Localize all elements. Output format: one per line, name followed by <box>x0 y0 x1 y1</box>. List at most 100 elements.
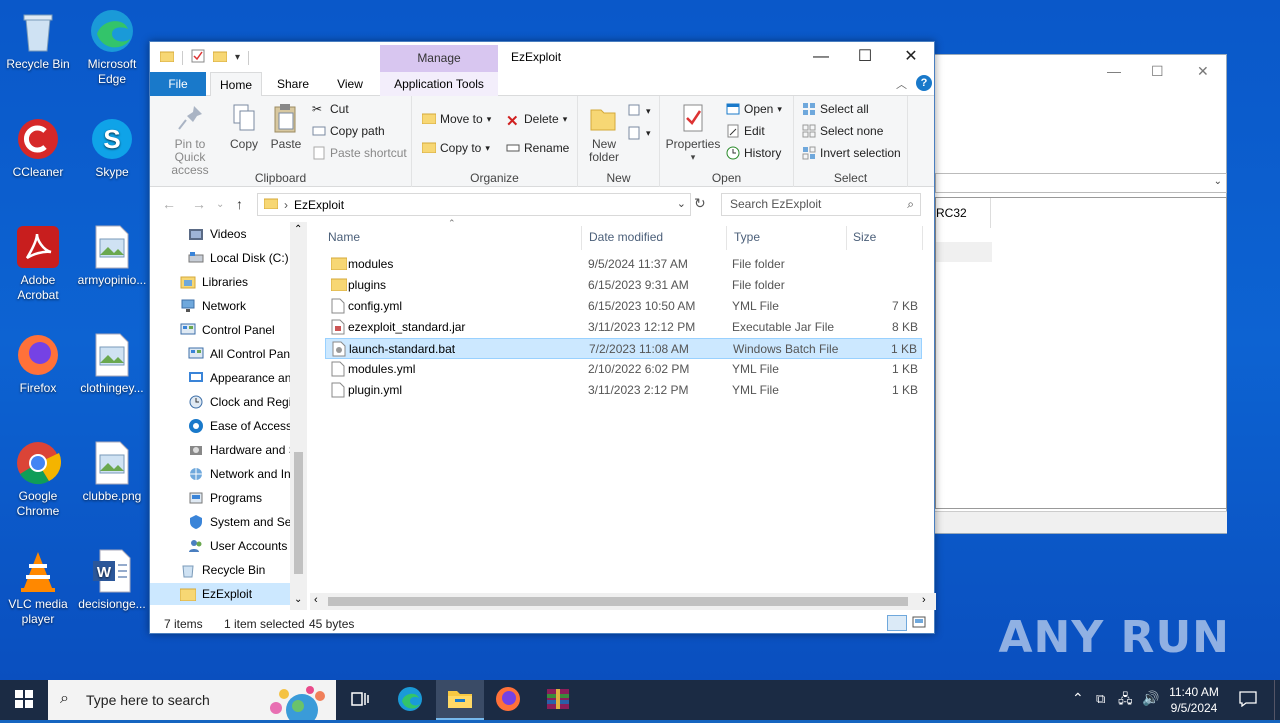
nav-item-programs[interactable]: Programs <box>150 487 290 509</box>
search-input[interactable]: Search EzExploit ⌕ <box>721 193 921 216</box>
copy-path-button[interactable]: Copy path <box>312 124 385 138</box>
collapse-ribbon-icon[interactable]: ︿ <box>896 76 907 92</box>
desktop-icon-image-file[interactable]: clubbe.png <box>74 439 150 504</box>
breadcrumb[interactable]: EzExploit <box>294 198 344 212</box>
nav-item-recycle-bin[interactable]: Recycle Bin <box>150 559 290 581</box>
select-none-button[interactable]: Select none <box>802 124 883 138</box>
scroll-up-icon[interactable]: ⌃ <box>294 224 302 235</box>
desktop-icon-image-file[interactable]: clothingey... <box>74 331 150 396</box>
background-window[interactable]: — ☐ ✕ ⌄ RC32 <box>934 54 1227 534</box>
paste-shortcut-button[interactable]: Paste shortcut <box>312 146 407 160</box>
rename-button[interactable]: Rename <box>506 141 569 155</box>
tab-application-tools[interactable]: Application Tools <box>380 72 498 96</box>
desktop-icon-acrobat[interactable]: Adobe Acrobat <box>0 223 76 303</box>
nav-item-clock-and-region[interactable]: Clock and Region <box>150 391 290 413</box>
show-desktop-button[interactable] <box>1274 680 1280 720</box>
show-hidden-icons-icon[interactable]: ⌃ <box>1072 690 1084 707</box>
pin-to-quick-access-button[interactable]: Pin to Quick access <box>156 102 224 177</box>
desktop-icon-edge[interactable]: Microsoft Edge <box>74 7 150 87</box>
back-arrow-icon[interactable]: ← <box>162 196 176 212</box>
chevron-down-icon[interactable]: ⌄ <box>677 197 686 210</box>
clock[interactable]: 11:40 AM 9/5/2024 <box>1160 684 1228 716</box>
task-view-button[interactable] <box>336 680 384 720</box>
navigation-pane[interactable]: Videos Local Disk (C:) Libraries Network Con… <box>150 222 307 608</box>
column-header-type[interactable]: Type <box>734 230 760 244</box>
easy-access-button[interactable]: ▾ <box>628 126 651 140</box>
new-item-button[interactable]: ▾ <box>628 104 651 118</box>
network-status-icon[interactable]: ⧉ <box>1096 691 1105 707</box>
desktop-icon-skype[interactable]: S Skype <box>74 115 150 180</box>
taskbar-winrar[interactable] <box>534 680 582 720</box>
scroll-thumb[interactable] <box>328 597 908 606</box>
file-row[interactable]: plugins 6/15/2023 9:31 AM File folder <box>325 275 922 296</box>
copy-to-button[interactable]: Copy to ▾ <box>421 141 490 155</box>
scroll-thumb[interactable] <box>294 452 303 574</box>
customize-qat-icon[interactable]: ▾ <box>235 52 240 63</box>
scroll-down-icon[interactable]: ⌄ <box>294 594 302 605</box>
file-explorer-window[interactable]: ▾ Manage EzExploit — ☐ ✕ File Home Share… <box>149 41 936 634</box>
file-list-hscrollbar[interactable]: ‹ › <box>310 593 936 610</box>
cut-button[interactable]: ✂ Cut <box>312 102 349 116</box>
nav-item-network[interactable]: Network <box>150 295 290 317</box>
start-button[interactable] <box>0 680 48 720</box>
taskbar-file-explorer[interactable] <box>436 680 484 720</box>
nav-item-local-disk-c[interactable]: Local Disk (C:) <box>150 247 290 269</box>
volume-icon[interactable]: 🔊 <box>1142 690 1159 707</box>
nav-item-user-accounts[interactable]: User Accounts <box>150 535 290 557</box>
file-row[interactable]: modules.yml 2/10/2022 6:02 PM YML File 1 KB <box>325 359 922 380</box>
properties-button[interactable]: Properties ▾ <box>664 102 722 164</box>
minimize-icon[interactable]: — <box>1107 63 1121 79</box>
open-button[interactable]: Open ▾ <box>726 102 782 116</box>
minimize-button[interactable]: — <box>798 42 844 72</box>
desktop-icon-ccleaner[interactable]: CCleaner <box>0 115 76 180</box>
address-bar[interactable]: › EzExploit ⌄ <box>257 193 691 216</box>
file-row[interactable]: ezexploit_standard.jar 3/11/2023 12:12 PM… <box>325 317 922 338</box>
desktop-icon-vlc[interactable]: VLC media player <box>0 547 76 627</box>
column-header-date[interactable]: Date modified <box>589 230 663 244</box>
desktop-icon-image-file[interactable]: armyopinio... <box>74 223 150 288</box>
nav-scrollbar[interactable]: ⌃ ⌄ <box>290 222 307 610</box>
forward-arrow-icon[interactable]: → <box>192 196 206 212</box>
new-folder-button[interactable]: New folder <box>584 102 622 164</box>
tab-view[interactable]: View <box>324 72 376 96</box>
invert-selection-button[interactable]: Invert selection <box>802 146 901 160</box>
tab-share[interactable]: Share <box>268 72 318 96</box>
desktop-icon-recycle-bin[interactable]: Recycle Bin <box>0 7 76 72</box>
nav-item-ezexploit[interactable]: EzExploit <box>150 583 290 605</box>
nav-item-hardware-and-sound[interactable]: Hardware and Sound <box>150 439 290 461</box>
column-header-size[interactable]: Size <box>853 230 876 244</box>
delete-button[interactable]: ✕ Delete ▾ <box>506 112 567 130</box>
select-all-button[interactable]: Select all <box>802 102 869 116</box>
nav-item-videos[interactable]: Videos <box>150 223 290 245</box>
taskbar-edge[interactable] <box>386 680 434 720</box>
nav-item-system-and-security[interactable]: System and Security <box>150 511 290 533</box>
large-icons-view-icon[interactable] <box>912 615 928 631</box>
file-row[interactable]: plugin.yml 3/11/2023 2:12 PM YML File 1 KB <box>325 380 922 401</box>
nav-item-network-and-internet[interactable]: Network and Internet <box>150 463 290 485</box>
maximize-icon[interactable]: ☐ <box>1151 63 1164 80</box>
bg-window-titlebar[interactable] <box>935 55 1226 103</box>
titlebar[interactable]: ▾ Manage EzExploit — ☐ ✕ <box>150 42 934 72</box>
history-button[interactable]: History <box>726 146 781 160</box>
help-icon[interactable]: ? <box>916 75 932 91</box>
refresh-icon[interactable]: ↻ <box>694 195 706 212</box>
details-view-icon[interactable] <box>887 615 907 631</box>
file-row[interactable]: config.yml 6/15/2023 10:50 AM YML File 7 KB <box>325 296 922 317</box>
desktop-icon-chrome[interactable]: Google Chrome <box>0 439 76 519</box>
taskbar-firefox[interactable] <box>484 680 532 720</box>
file-row[interactable]: launch-standard.bat 7/2/2023 11:08 AM Wind… <box>325 338 922 359</box>
paste-button[interactable]: Paste <box>266 102 306 151</box>
notifications-button[interactable] <box>1228 680 1268 720</box>
close-button[interactable]: ✕ <box>888 42 934 72</box>
new-folder-icon[interactable] <box>212 50 228 65</box>
tab-file[interactable]: File <box>150 72 206 96</box>
properties-icon[interactable] <box>191 49 205 66</box>
taskbar-search-input[interactable]: ⌕ Type here to search <box>48 680 336 723</box>
nav-item-appearance-and-personalization[interactable]: Appearance and Personalization <box>150 367 290 389</box>
recent-locations-icon[interactable]: ⌄ <box>216 199 224 210</box>
up-arrow-icon[interactable]: ↑ <box>236 196 243 212</box>
nav-item-ease-of-access[interactable]: Ease of Access <box>150 415 290 437</box>
bg-window-combobox[interactable]: ⌄ <box>935 173 1227 193</box>
file-row[interactable]: modules 9/5/2024 11:37 AM File folder <box>325 254 922 275</box>
column-header-name[interactable]: Name <box>328 230 360 244</box>
